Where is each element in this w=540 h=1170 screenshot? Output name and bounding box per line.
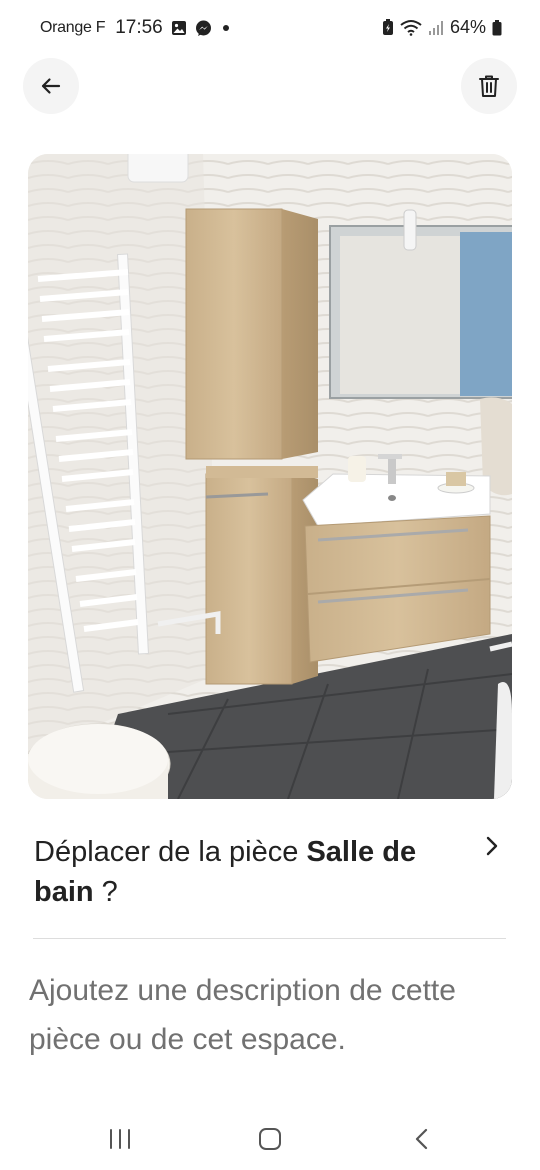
move-room-suffix: ? (93, 876, 118, 908)
signal-icon (428, 20, 443, 35)
carrier-label: Orange F (40, 19, 106, 36)
move-room-text: Déplacer de la pièce Salle de bain ? (34, 832, 474, 912)
status-left: Orange F 17:56 (40, 17, 232, 39)
gallery-icon (171, 21, 186, 35)
bathroom-photo-image (28, 154, 512, 799)
chevron-right-icon (486, 836, 498, 856)
back-nav-icon (415, 1128, 428, 1150)
home-button[interactable] (250, 1124, 290, 1154)
wifi-icon (400, 20, 422, 36)
trash-icon (479, 75, 499, 97)
recent-apps-icon (110, 1129, 130, 1149)
dot-icon (222, 25, 229, 31)
description-input[interactable]: Ajoutez une description de cette pièce o… (29, 966, 499, 1064)
recent-apps-button[interactable] (100, 1124, 140, 1154)
back-button[interactable] (23, 58, 79, 114)
divider (33, 938, 506, 939)
status-right: 64% (382, 17, 502, 38)
clock: 17:56 (115, 17, 163, 38)
back-nav-button[interactable] (402, 1124, 442, 1154)
messenger-icon (195, 20, 211, 36)
move-room-row[interactable]: Déplacer de la pièce Salle de bain ? (34, 832, 506, 922)
delete-photo-button[interactable] (461, 58, 517, 114)
status-bar: Orange F 17:56 64% (0, 0, 540, 58)
battery-percent: 64% (449, 17, 486, 37)
move-room-prefix: Déplacer de la pièce (34, 836, 307, 868)
home-icon (259, 1128, 281, 1150)
system-nav-bar (0, 1110, 540, 1170)
arrow-left-icon (41, 78, 61, 94)
bathroom-photo[interactable] (28, 154, 512, 799)
battery-icon (492, 19, 502, 35)
battery-saver-icon (382, 19, 393, 35)
